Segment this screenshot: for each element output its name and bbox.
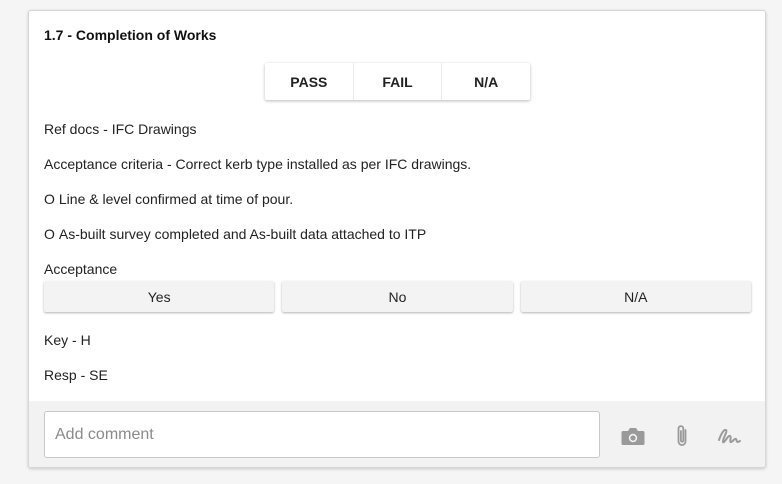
signature-icon[interactable]	[716, 423, 742, 449]
ref-docs-text: Ref docs - IFC Drawings	[44, 121, 197, 137]
bullet-icon: O	[44, 226, 55, 242]
paperclip-icon[interactable]	[669, 423, 695, 449]
pass-button[interactable]: PASS	[265, 63, 354, 100]
acceptance-yes-button[interactable]: Yes	[44, 281, 275, 312]
acceptance-label: Acceptance	[44, 261, 118, 277]
inspection-item-card: 1.7 - Completion of Works PASS FAIL N/A …	[28, 10, 766, 468]
fail-button[interactable]: FAIL	[354, 63, 443, 100]
check-item: O Line & level confirmed at time of pour.	[44, 191, 293, 207]
check-item-text: As-built survey completed and As-built d…	[58, 226, 427, 242]
check-item: O As-built survey completed and As-built …	[44, 226, 426, 242]
bullet-icon: O	[44, 191, 55, 207]
resp-text: Resp - SE	[44, 367, 108, 383]
acceptance-no-button[interactable]: No	[282, 281, 513, 312]
key-text: Key - H	[44, 332, 91, 348]
comment-bar	[29, 401, 765, 467]
camera-icon[interactable]	[620, 423, 646, 449]
acceptance-criteria-text: Acceptance criteria - Correct kerb type …	[44, 156, 472, 172]
comment-input[interactable]	[44, 411, 600, 458]
result-selector: PASS FAIL N/A	[265, 63, 530, 100]
section-title: 1.7 - Completion of Works	[44, 27, 217, 43]
acceptance-options: Yes No N/A	[44, 281, 751, 312]
check-item-text: Line & level confirmed at time of pour.	[58, 191, 294, 207]
na-button[interactable]: N/A	[442, 63, 530, 100]
acceptance-na-button[interactable]: N/A	[520, 281, 751, 312]
